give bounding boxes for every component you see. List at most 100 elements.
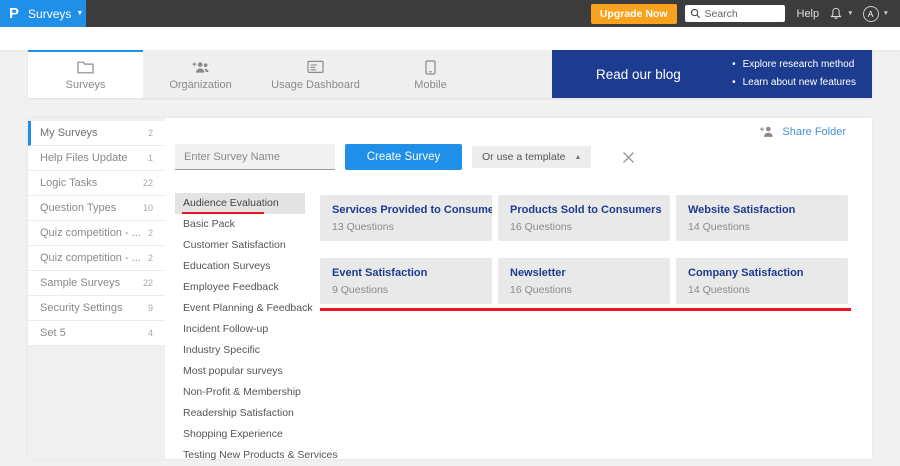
category-non-profit-membership[interactable]: Non-Profit & Membership (175, 382, 305, 403)
template-dropdown[interactable]: Or use a template ▲ (472, 146, 592, 168)
category-label: Shopping Experience (183, 428, 283, 440)
category-label: Testing New Products & Services (183, 449, 338, 461)
sidebar-item-quiz-competition[interactable]: Quiz competition - ... 2 (28, 221, 165, 246)
tab-label: Mobile (414, 78, 447, 91)
avatar: A (862, 5, 879, 22)
chevron-down-icon: ▼ (882, 10, 889, 17)
tab-usage-dashboard[interactable]: Usage Dashboard (258, 50, 373, 98)
category-label: Incident Follow-up (183, 323, 269, 335)
sidebar-item-count: 1 (147, 153, 153, 163)
category-label: Basic Pack (183, 218, 235, 230)
category-education-surveys[interactable]: Education Surveys (175, 256, 305, 277)
template-card-event-satisfaction[interactable]: Event Satisfaction 9 Questions (320, 258, 492, 304)
sidebar-item-label: Security Settings (40, 302, 123, 314)
sidebar-item-sample-surveys[interactable]: Sample Surveys 22 (28, 271, 165, 296)
account-menu[interactable]: A ▼ (862, 5, 889, 22)
template-title: Company Satisfaction (688, 267, 804, 279)
sidebar-item-quiz-competition[interactable]: Quiz competition - ... 2 (28, 246, 165, 271)
category-label: Readership Satisfaction (183, 407, 294, 419)
sidebar-item-my-surveys[interactable]: My Surveys 2 (28, 121, 165, 146)
sidebar-item-set-5[interactable]: Set 5 4 (28, 321, 165, 346)
survey-name-input[interactable] (175, 144, 335, 170)
category-label: Customer Satisfaction (183, 239, 286, 251)
category-audience-evaluation[interactable]: Audience Evaluation (175, 193, 305, 214)
template-title: Products Sold to Consumers (510, 204, 662, 216)
app-switcher[interactable]: P Surveys ▼ (0, 0, 86, 27)
category-shopping-experience[interactable]: Shopping Experience (175, 424, 305, 445)
help-link[interactable]: Help (797, 8, 820, 20)
category-event-planning-feedback[interactable]: Event Planning & Feedback (175, 298, 313, 319)
blog-banner-bullets: Explore research methodLearn about new f… (732, 56, 856, 92)
red-underline-annotation (320, 308, 851, 311)
template-categories: Audience Evaluation Basic Pack Customer Sa… (175, 193, 338, 466)
tab-bar: Surveys Organization Usage Dashboard Mobile… (28, 50, 872, 98)
template-title: Website Satisfaction (688, 204, 796, 216)
category-testing-new-products-services[interactable]: Testing New Products & Services (175, 445, 338, 466)
proprofs-logo-icon: P (9, 5, 20, 22)
close-icon[interactable] (622, 151, 635, 164)
search-input[interactable] (704, 7, 780, 20)
template-dropdown-label: Or use a template (482, 151, 566, 163)
sidebar-item-label: Set 5 (40, 327, 66, 339)
blog-bullet: Learn about new features (732, 74, 856, 92)
blog-banner[interactable]: Read our blog Explore research methodLea… (552, 50, 872, 98)
tab-organization[interactable]: Organization (143, 50, 258, 98)
category-industry-specific[interactable]: Industry Specific (175, 340, 305, 361)
sidebar-item-count: 4 (147, 328, 153, 338)
tab-mobile[interactable]: Mobile (373, 50, 488, 98)
category-label: Education Surveys (183, 260, 271, 272)
template-cards-zone: Services Provided to Consumers 13 Questio… (320, 195, 851, 311)
blog-banner-title: Read our blog (596, 66, 681, 82)
sidebar-item-logic-tasks[interactable]: Logic Tasks 22 (28, 171, 165, 196)
template-card-website-satisfaction[interactable]: Website Satisfaction 14 Questions (676, 195, 848, 241)
category-label: Most popular surveys (183, 365, 283, 377)
main-area: Share Folder Create Survey Or use a temp… (165, 118, 872, 461)
category-customer-satisfaction[interactable]: Customer Satisfaction (175, 235, 305, 256)
notifications-menu[interactable]: ▼ (829, 6, 854, 21)
tab-label: Surveys (65, 78, 106, 91)
add-user-icon (759, 125, 775, 138)
mobile-icon (425, 59, 436, 75)
sidebar-item-security-settings[interactable]: Security Settings 9 (28, 296, 165, 321)
folders-sidebar: My Surveys 2 Help Files Update 1 Logic Tasks… (28, 118, 165, 459)
template-card-newsletter[interactable]: Newsletter 16 Questions (498, 258, 670, 304)
tab-surveys[interactable]: Surveys (28, 50, 143, 98)
sidebar-item-label: My Surveys (40, 127, 98, 139)
template-question-count: 9 Questions (332, 284, 389, 296)
sidebar-item-label: Logic Tasks (40, 177, 98, 189)
template-title: Services Provided to Consumers (332, 204, 492, 216)
category-employee-feedback[interactable]: Employee Feedback (175, 277, 305, 298)
blog-bullet: Explore research method (732, 56, 856, 74)
search-icon (690, 8, 701, 19)
chevron-up-icon: ▲ (574, 153, 582, 161)
chevron-down-icon: ▼ (847, 10, 854, 17)
tab-filler (488, 50, 552, 98)
category-basic-pack[interactable]: Basic Pack (175, 214, 305, 235)
organization-icon (191, 60, 210, 75)
create-survey-button[interactable]: Create Survey (345, 144, 462, 170)
template-question-count: 16 Questions (510, 221, 572, 233)
template-card-products-sold-to-consumers[interactable]: Products Sold to Consumers 16 Questions (498, 195, 670, 241)
sidebar-item-question-types[interactable]: Question Types 10 (28, 196, 165, 221)
sidebar-item-label: Question Types (40, 202, 117, 214)
category-most-popular-surveys[interactable]: Most popular surveys (175, 361, 305, 382)
category-label: Industry Specific (183, 344, 261, 356)
template-card-services-provided-to-consumers[interactable]: Services Provided to Consumers 13 Questio… (320, 195, 492, 241)
search-box[interactable] (684, 5, 785, 22)
template-question-count: 13 Questions (332, 221, 394, 233)
create-survey-row: Create Survey Or use a template ▲ (175, 144, 635, 170)
category-label: Non-Profit & Membership (183, 386, 301, 398)
category-label: Event Planning & Feedback (183, 302, 313, 314)
template-question-count: 16 Questions (510, 284, 572, 296)
category-label: Audience Evaluation (183, 197, 279, 209)
upgrade-now-button[interactable]: Upgrade Now (590, 3, 677, 24)
share-folder-link[interactable]: Share Folder (759, 125, 846, 138)
sidebar-item-help-files-update[interactable]: Help Files Update 1 (28, 146, 165, 171)
sidebar-item-count: 9 (147, 303, 153, 313)
template-cards: Services Provided to Consumers 13 Questio… (320, 195, 848, 304)
category-incident-follow-up[interactable]: Incident Follow-up (175, 319, 305, 340)
category-readership-satisfaction[interactable]: Readership Satisfaction (175, 403, 305, 424)
folder-icon (77, 60, 94, 75)
template-card-company-satisfaction[interactable]: Company Satisfaction 14 Questions (676, 258, 848, 304)
template-question-count: 14 Questions (688, 284, 750, 296)
